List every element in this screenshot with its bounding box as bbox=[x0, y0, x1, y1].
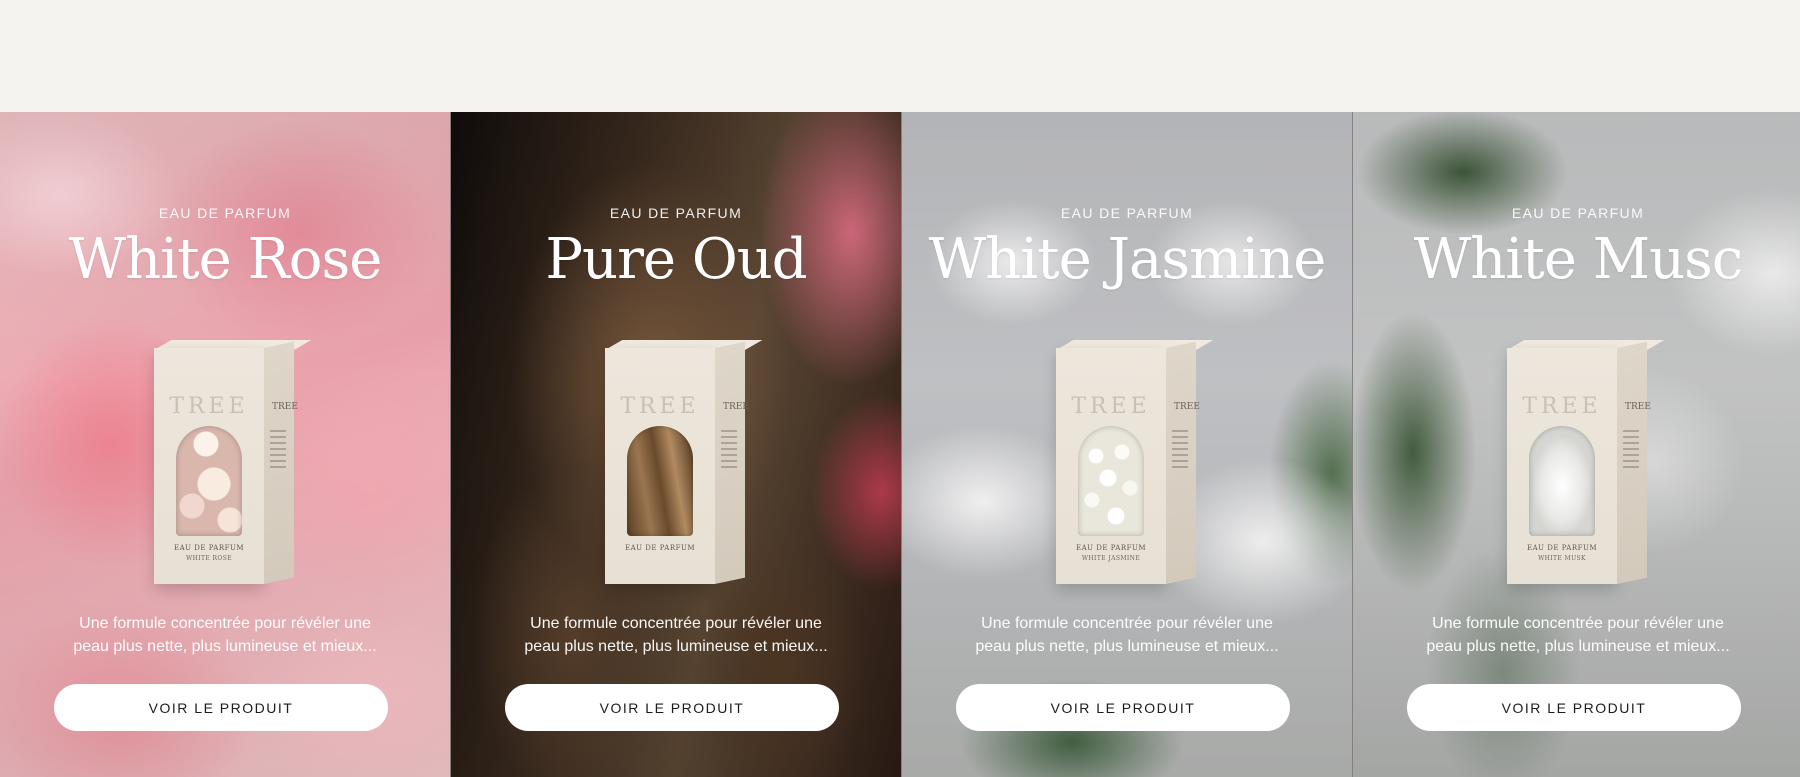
box-window bbox=[1529, 426, 1595, 536]
box-window bbox=[1078, 426, 1144, 536]
view-product-button[interactable]: VOIR LE PRODUIT bbox=[54, 684, 388, 731]
product-cards: EAU DE PARFUM White Rose TREE EAU DE PAR… bbox=[0, 112, 1800, 777]
product-category: EAU DE PARFUM bbox=[158, 205, 292, 221]
card-content: EAU DE PARFUM Pure Oud TREE EAU DE PARFU… bbox=[451, 112, 901, 777]
box-side-text bbox=[1172, 430, 1188, 472]
product-category: EAU DE PARFUM bbox=[609, 205, 743, 221]
box-label: EAU DE PARFUM bbox=[1526, 544, 1598, 552]
product-image: TREE EAU DE PARFUM WHITE ROSE TREE bbox=[154, 340, 312, 584]
view-product-button[interactable]: VOIR LE PRODUIT bbox=[505, 684, 839, 731]
view-product-button[interactable]: VOIR LE PRODUIT bbox=[956, 684, 1290, 731]
product-category: EAU DE PARFUM bbox=[1511, 205, 1645, 221]
product-title: White Jasmine bbox=[928, 227, 1327, 292]
box-side-brand: TREE bbox=[1174, 402, 1200, 412]
description-line: peau plus nette, plus lumineuse et mieux… bbox=[1426, 638, 1730, 655]
product-description: Une formule concentrée pour révéler une … bbox=[1408, 612, 1748, 658]
box-brand: TREE bbox=[1522, 394, 1602, 419]
box-sublabel: WHITE JASMINE bbox=[1081, 555, 1141, 562]
description-line: Une formule concentrée pour révéler une bbox=[981, 615, 1273, 632]
product-image: TREE EAU DE PARFUM WHITE JASMINE TREE bbox=[1056, 340, 1214, 584]
product-card-white-musc: EAU DE PARFUM White Musc TREE EAU DE PAR… bbox=[1352, 112, 1800, 777]
box-label: EAU DE PARFUM bbox=[1075, 544, 1147, 552]
product-description: Une formule concentrée pour révéler une … bbox=[55, 612, 395, 658]
product-title: White Rose bbox=[68, 227, 383, 292]
box-window bbox=[176, 426, 242, 536]
card-content: EAU DE PARFUM White Musc TREE EAU DE PAR… bbox=[1353, 112, 1800, 777]
product-title: Pure Oud bbox=[545, 227, 807, 292]
description-line: peau plus nette, plus lumineuse et mieux… bbox=[975, 638, 1279, 655]
box-front: TREE EAU DE PARFUM WHITE MUSK bbox=[1507, 348, 1617, 584]
box-side-text bbox=[721, 430, 737, 472]
box-sublabel: WHITE ROSE bbox=[186, 555, 232, 562]
product-card-white-jasmine: EAU DE PARFUM White Jasmine TREE EAU DE … bbox=[901, 112, 1352, 777]
card-content: EAU DE PARFUM White Rose TREE EAU DE PAR… bbox=[0, 112, 450, 777]
description-line: Une formule concentrée pour révéler une bbox=[530, 615, 822, 632]
box-front: TREE EAU DE PARFUM WHITE ROSE bbox=[154, 348, 264, 584]
box-brand: TREE bbox=[620, 394, 700, 419]
box-label: EAU DE PARFUM bbox=[173, 544, 245, 552]
box-side-brand: TREE bbox=[272, 402, 298, 412]
box-side-text bbox=[1623, 430, 1639, 472]
product-image: TREE EAU DE PARFUM WHITE MUSK TREE bbox=[1507, 340, 1665, 584]
box-brand: TREE bbox=[1071, 394, 1151, 419]
description-line: Une formule concentrée pour révéler une bbox=[1432, 615, 1724, 632]
box-front: TREE EAU DE PARFUM WHITE JASMINE bbox=[1056, 348, 1166, 584]
product-card-white-rose: EAU DE PARFUM White Rose TREE EAU DE PAR… bbox=[0, 112, 450, 777]
product-description: Une formule concentrée pour révéler une … bbox=[957, 612, 1297, 658]
box-side-text bbox=[270, 430, 286, 472]
description-line: peau plus nette, plus lumineuse et mieux… bbox=[73, 638, 377, 655]
product-card-pure-oud: EAU DE PARFUM Pure Oud TREE EAU DE PARFU… bbox=[450, 112, 901, 777]
box-brand: TREE bbox=[169, 394, 249, 419]
card-content: EAU DE PARFUM White Jasmine TREE EAU DE … bbox=[902, 112, 1352, 777]
box-side-brand: TREE bbox=[723, 402, 749, 412]
description-line: Une formule concentrée pour révéler une bbox=[79, 615, 371, 632]
product-description: Une formule concentrée pour révéler une … bbox=[506, 612, 846, 658]
view-product-button[interactable]: VOIR LE PRODUIT bbox=[1407, 684, 1741, 731]
box-sublabel: WHITE MUSK bbox=[1538, 555, 1586, 562]
product-category: EAU DE PARFUM bbox=[1060, 205, 1194, 221]
box-front: TREE EAU DE PARFUM bbox=[605, 348, 715, 584]
product-title: White Musc bbox=[1413, 227, 1744, 292]
box-side-brand: TREE bbox=[1625, 402, 1651, 412]
description-line: peau plus nette, plus lumineuse et mieux… bbox=[524, 638, 828, 655]
box-label: EAU DE PARFUM bbox=[624, 544, 696, 552]
top-band bbox=[0, 0, 1800, 112]
box-window bbox=[627, 426, 693, 536]
product-image: TREE EAU DE PARFUM TREE bbox=[605, 340, 763, 584]
